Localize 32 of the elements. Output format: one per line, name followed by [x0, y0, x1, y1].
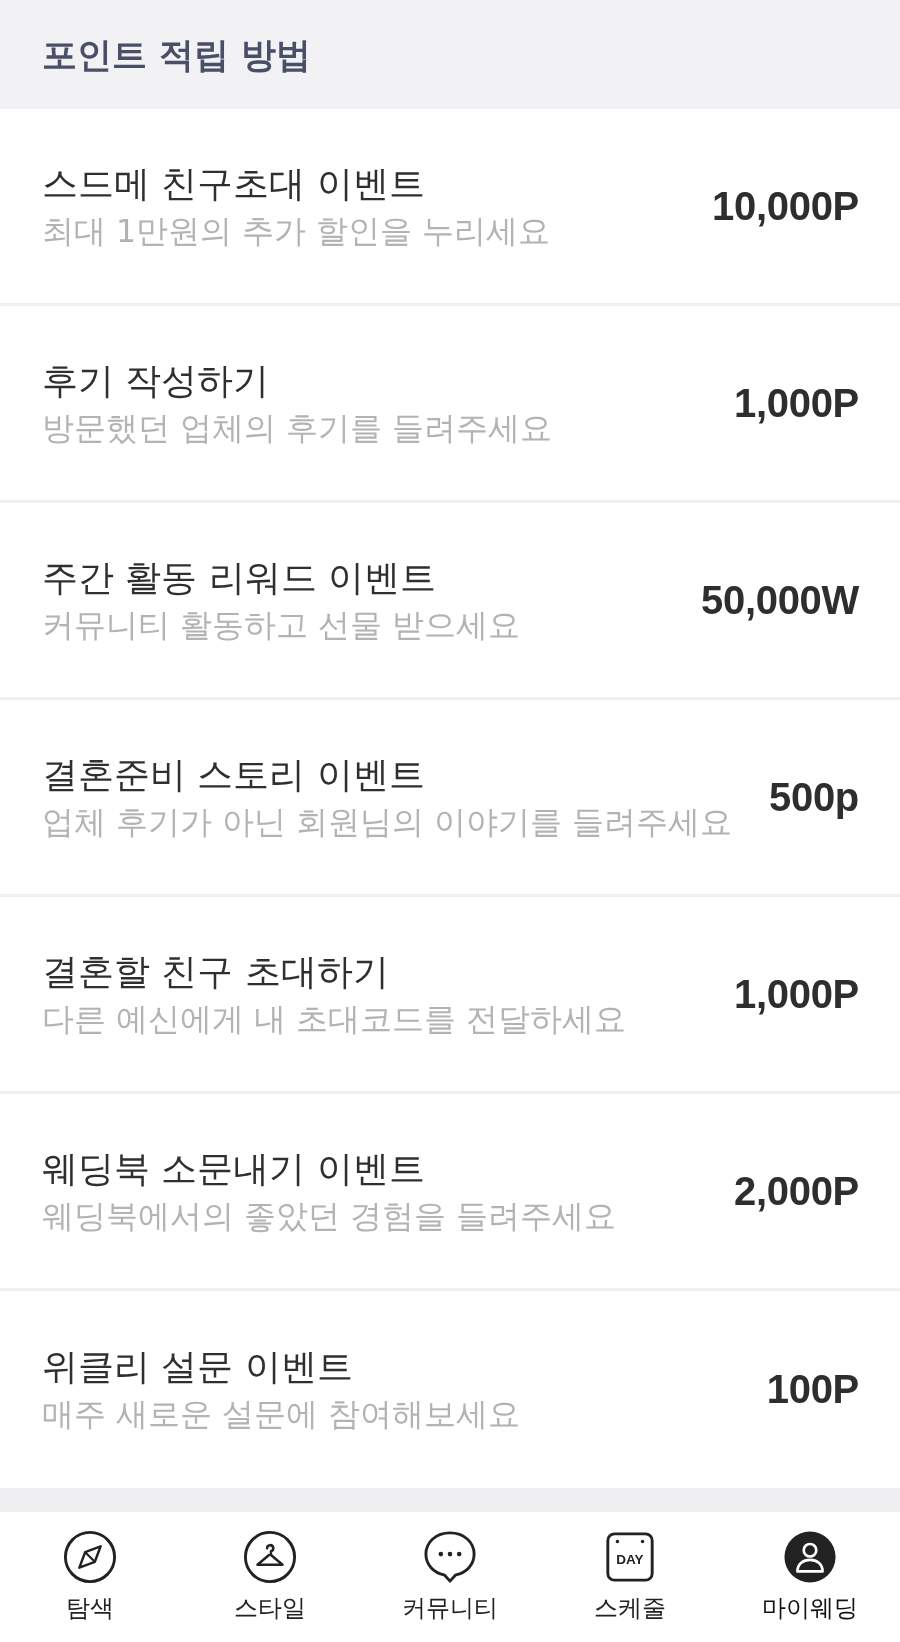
chat-bubble-icon [423, 1530, 477, 1584]
compass-icon [63, 1530, 117, 1584]
method-title: 결혼준비 스토리 이벤트 [42, 752, 426, 797]
method-title: 후기 작성하기 [42, 358, 271, 403]
method-title: 스드메 친구초대 이벤트 [42, 161, 426, 206]
method-description: 웨딩북에서의 좋았던 경험을 들려주세요 [42, 1196, 617, 1236]
point-amount: 1,000P [734, 971, 859, 1017]
hanger-icon [243, 1530, 297, 1584]
method-title: 결혼할 친구 초대하기 [42, 949, 390, 994]
point-amount: 2,000P [734, 1168, 859, 1214]
nav-tab[interactable]: DAY 스케줄 [540, 1512, 720, 1642]
point-amount: 500p [769, 774, 859, 820]
point-amount: 100P [766, 1367, 859, 1412]
point-amount: 50,000W [701, 577, 859, 623]
point-amount: 1,000P [734, 380, 859, 426]
nav-tab[interactable]: 커뮤니티 [360, 1512, 540, 1642]
calendar-icon: DAY [603, 1530, 657, 1584]
person-icon [783, 1530, 837, 1584]
method-description: 다른 예신에게 내 초대코드를 전달하세요 [42, 999, 627, 1039]
nav-tab[interactable]: 마이웨딩 [720, 1512, 900, 1642]
method-description: 커뮤니티 활동하고 선물 받으세요 [42, 605, 521, 645]
method-description: 업체 후기가 아닌 회원님의 이야기를 들려주세요 [42, 802, 733, 842]
method-description: 방문했던 업체의 후기를 들려주세요 [42, 408, 553, 448]
point-amount: 10,000P [712, 183, 859, 229]
nav-tab[interactable]: 탐색 [0, 1512, 180, 1642]
method-title: 위클리 설문 이벤트 [42, 1345, 354, 1390]
method-title: 웨딩북 소문내기 이벤트 [42, 1146, 426, 1191]
method-description: 매주 새로운 설문에 참여해보세요 [42, 1395, 521, 1435]
method-title: 주간 활동 리워드 이벤트 [42, 555, 438, 600]
section-title: 포인트 적립 방법 [42, 33, 312, 76]
nav-tab[interactable]: 스타일 [180, 1512, 360, 1642]
method-description: 최대 1만원의 추가 할인을 누리세요 [42, 211, 551, 251]
